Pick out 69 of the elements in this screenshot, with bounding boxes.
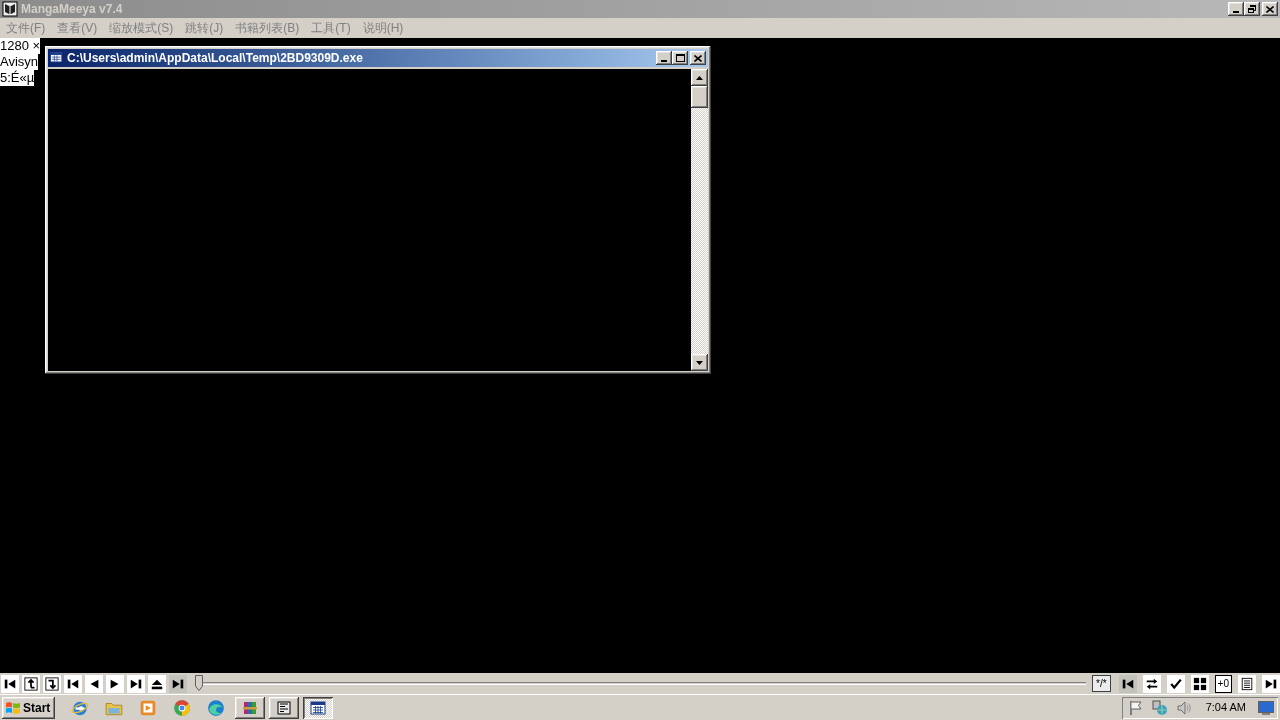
- speaker-icon[interactable]: [1175, 699, 1192, 716]
- restore-button[interactable]: [1244, 2, 1260, 16]
- console-title: C:\Users\admin\AppData\Local\Temp\2BD9309D.exe: [67, 52, 363, 64]
- clock[interactable]: 7:04 AM: [1205, 699, 1246, 716]
- scroll-down-button[interactable]: [691, 354, 708, 371]
- stacked-books-icon: [242, 699, 258, 716]
- box-arrow-up-icon: [24, 676, 38, 691]
- confirm-button[interactable]: [1166, 674, 1185, 693]
- play-tile-icon[interactable]: [139, 698, 157, 717]
- minimize-button[interactable]: [1228, 2, 1244, 16]
- window-title: MangaMeeya v7.4: [21, 3, 123, 15]
- taskbar-button[interactable]: [235, 696, 265, 719]
- skip-next-button[interactable]: [127, 674, 145, 693]
- last-button[interactable]: [1262, 674, 1280, 693]
- eject-button[interactable]: [148, 674, 166, 693]
- skip-back-button[interactable]: [64, 674, 82, 693]
- scroll-up-button[interactable]: [691, 69, 708, 86]
- console-icon: [310, 699, 326, 716]
- triangle-down-icon: [696, 360, 703, 365]
- triangle-up-icon: [696, 75, 703, 80]
- scrollbar-thumb[interactable]: [691, 86, 708, 108]
- offset-button[interactable]: +0: [1214, 674, 1232, 693]
- menu-item[interactable]: 缩放模式(S): [103, 19, 180, 37]
- background-text: 5:É«µ: [0, 70, 35, 86]
- previous-button[interactable]: [85, 674, 103, 693]
- first-button[interactable]: [1, 674, 19, 693]
- document-icon: [276, 699, 292, 716]
- close-button[interactable]: [1262, 2, 1278, 16]
- box-arrow-down-icon: [45, 676, 59, 691]
- play-button[interactable]: [106, 674, 124, 693]
- minimize-button[interactable]: [656, 51, 672, 65]
- minimize-icon: [1233, 11, 1239, 13]
- circular-logo-icon[interactable]: [173, 698, 191, 717]
- taskbar-button[interactable]: [303, 696, 333, 719]
- menu-item[interactable]: 文件(F): [0, 19, 52, 37]
- background-text: 1280 ×: [0, 38, 41, 54]
- grid-button[interactable]: [1190, 674, 1209, 693]
- maximize-button[interactable]: [672, 51, 688, 65]
- scrollbar[interactable]: [691, 69, 708, 371]
- swap-button[interactable]: [1142, 674, 1161, 693]
- menu-item[interactable]: 说明(H): [356, 19, 410, 37]
- swap-arrows-icon: [1144, 676, 1159, 691]
- flag-logo-icon: [5, 700, 21, 715]
- checkmark-icon: [1168, 676, 1183, 691]
- page-counter: */*: [1092, 675, 1111, 692]
- list-icon: [1240, 676, 1254, 691]
- desktop-icon[interactable]: [1258, 700, 1274, 715]
- slider-thumb[interactable]: [195, 675, 203, 692]
- menu-item[interactable]: 书籍列表(B): [229, 19, 306, 37]
- menu-item[interactable]: 查看(V): [51, 19, 104, 37]
- taskbar-button[interactable]: [269, 696, 299, 719]
- close-icon: [694, 54, 702, 62]
- forward-button[interactable]: [43, 674, 61, 693]
- close-button[interactable]: [690, 51, 706, 65]
- close-icon: [1266, 5, 1274, 13]
- menu-item[interactable]: 跳转(J): [179, 19, 230, 37]
- book-icon: [2, 1, 18, 17]
- minimize-icon: [661, 60, 667, 62]
- wave-logo-icon[interactable]: [207, 698, 225, 717]
- back-button[interactable]: [22, 674, 40, 693]
- list-button[interactable]: [1238, 674, 1256, 693]
- grid-icon: [1192, 676, 1207, 691]
- console-icon: [50, 51, 64, 65]
- menu-item[interactable]: 工具(T): [305, 19, 357, 37]
- flag-icon[interactable]: [1127, 699, 1144, 716]
- background-text: Avisyn: [0, 54, 39, 70]
- start-button[interactable]: Start: [2, 696, 55, 719]
- restore-icon: [1248, 5, 1256, 13]
- maximize-icon: [675, 54, 685, 62]
